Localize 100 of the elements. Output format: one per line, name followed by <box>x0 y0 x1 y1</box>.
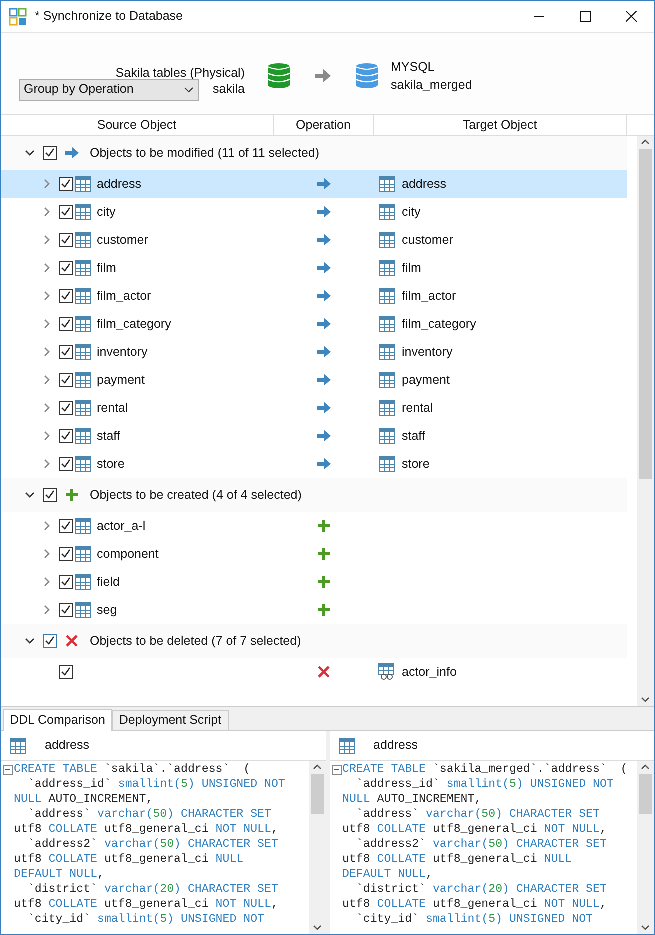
plus-icon <box>318 604 330 616</box>
tab[interactable]: Deployment Script <box>112 710 229 730</box>
table-icon <box>378 427 396 445</box>
target-object: film <box>402 260 422 277</box>
checkbox[interactable] <box>59 317 73 331</box>
group-label: Objects to be modified (11 of 11 selected) <box>90 144 320 162</box>
tree-row[interactable]: actor_info <box>1 658 627 686</box>
checkbox[interactable] <box>59 373 73 387</box>
expand-icon[interactable] <box>42 291 52 301</box>
checkbox[interactable] <box>59 401 73 415</box>
checkbox[interactable] <box>59 205 73 219</box>
expand-icon[interactable] <box>42 319 52 329</box>
tree-row[interactable]: staff staff <box>1 422 627 450</box>
fold-icon[interactable] <box>3 765 13 775</box>
table-icon <box>378 287 396 305</box>
tree-row[interactable]: store store <box>1 450 627 478</box>
group-by-dropdown[interactable]: Group by Operation <box>19 78 200 100</box>
checkbox[interactable] <box>59 345 73 359</box>
scroll-thumb[interactable] <box>639 149 652 479</box>
column-header[interactable]: Source Object <box>1 115 274 135</box>
scrollbar[interactable] <box>637 136 654 706</box>
expand-icon[interactable] <box>42 403 52 413</box>
group-row[interactable]: Objects to be created (4 of 4 selected) <box>1 478 627 512</box>
checkbox[interactable] <box>59 429 73 443</box>
checkbox[interactable] <box>59 547 73 561</box>
checkbox[interactable] <box>43 488 57 502</box>
tab[interactable]: DDL Comparison <box>3 709 112 731</box>
tree-row[interactable]: city city <box>1 198 627 226</box>
checkbox[interactable] <box>59 261 73 275</box>
tree-row[interactable]: customer customer <box>1 226 627 254</box>
table-icon <box>378 203 396 221</box>
expand-icon[interactable] <box>42 347 52 357</box>
scroll-thumb[interactable] <box>310 774 324 814</box>
target-object: payment <box>402 372 450 389</box>
tree-row[interactable]: address address <box>1 170 627 198</box>
tree-row[interactable]: film film <box>1 254 627 282</box>
source-object: component <box>97 546 159 563</box>
tree-row[interactable]: film_category film_category <box>1 310 627 338</box>
expand-icon[interactable] <box>42 263 52 273</box>
expand-icon[interactable] <box>42 375 52 385</box>
database-icon <box>355 62 379 88</box>
tree-row[interactable]: inventory inventory <box>1 338 627 366</box>
checkbox[interactable] <box>59 519 73 533</box>
group-row[interactable]: Objects to be modified (11 of 11 selected) <box>1 136 627 170</box>
arrow-icon <box>317 178 331 190</box>
expand-icon[interactable] <box>42 459 52 469</box>
target-object: rental <box>402 400 434 417</box>
checkbox[interactable] <box>59 575 73 589</box>
expand-icon[interactable] <box>42 521 52 531</box>
checkbox[interactable] <box>59 457 73 471</box>
group-row[interactable]: Objects to be deleted (7 of 7 selected) <box>1 624 627 658</box>
checkbox[interactable] <box>59 233 73 247</box>
group-label: Objects to be created (4 of 4 selected) <box>90 486 302 504</box>
checkbox[interactable] <box>59 289 73 303</box>
table-icon <box>74 175 92 193</box>
tree-row[interactable]: seg <box>1 596 627 624</box>
table-icon <box>378 343 396 361</box>
scroll-down-icon[interactable] <box>641 925 650 931</box>
scrollbar[interactable] <box>308 761 326 934</box>
tree-row[interactable]: actor_a-l <box>1 512 627 540</box>
scroll-up-icon[interactable] <box>641 764 650 770</box>
checkbox[interactable] <box>59 177 73 191</box>
scroll-down-icon[interactable] <box>641 697 650 703</box>
collapse-icon[interactable] <box>25 148 35 158</box>
code-line: utf8 COLLATE utf8_general_ci NULL <box>14 852 244 867</box>
tree-row[interactable]: payment payment <box>1 366 627 394</box>
scroll-down-icon[interactable] <box>312 925 322 931</box>
plus-icon <box>318 520 330 532</box>
expand-icon[interactable] <box>42 605 52 615</box>
code-line: `city_id` smallint(5) UNSIGNED NOT <box>26 912 265 927</box>
expand-icon[interactable] <box>42 207 52 217</box>
table-icon <box>74 399 92 417</box>
source-schema: sakila <box>213 81 245 98</box>
expand-icon[interactable] <box>42 577 52 587</box>
table-icon <box>74 427 92 445</box>
checkbox[interactable] <box>43 146 57 160</box>
expand-icon[interactable] <box>42 235 52 245</box>
checkbox[interactable] <box>43 634 57 648</box>
fold-icon[interactable] <box>332 765 342 775</box>
target-object: actor_info <box>402 664 457 681</box>
checkbox[interactable] <box>59 665 73 679</box>
tree-row[interactable]: component <box>1 540 627 568</box>
column-header[interactable]: Operation <box>274 115 374 135</box>
tree-row[interactable]: film_actor film_actor <box>1 282 627 310</box>
expand-icon[interactable] <box>42 179 52 189</box>
tree-row[interactable]: field <box>1 568 627 596</box>
group-label: Objects to be deleted (7 of 7 selected) <box>90 632 302 650</box>
expand-icon[interactable] <box>42 431 52 441</box>
scroll-thumb[interactable] <box>639 774 652 814</box>
tree-row[interactable]: rental rental <box>1 394 627 422</box>
scrollbar[interactable] <box>637 761 654 934</box>
arrow-icon <box>65 147 79 159</box>
column-header[interactable]: Target Object <box>374 115 627 135</box>
expand-icon[interactable] <box>42 549 52 559</box>
checkbox[interactable] <box>59 603 73 617</box>
scroll-up-icon[interactable] <box>641 139 650 145</box>
table-icon <box>378 175 396 193</box>
collapse-icon[interactable] <box>25 490 35 500</box>
scroll-up-icon[interactable] <box>312 764 322 770</box>
collapse-icon[interactable] <box>25 636 35 646</box>
